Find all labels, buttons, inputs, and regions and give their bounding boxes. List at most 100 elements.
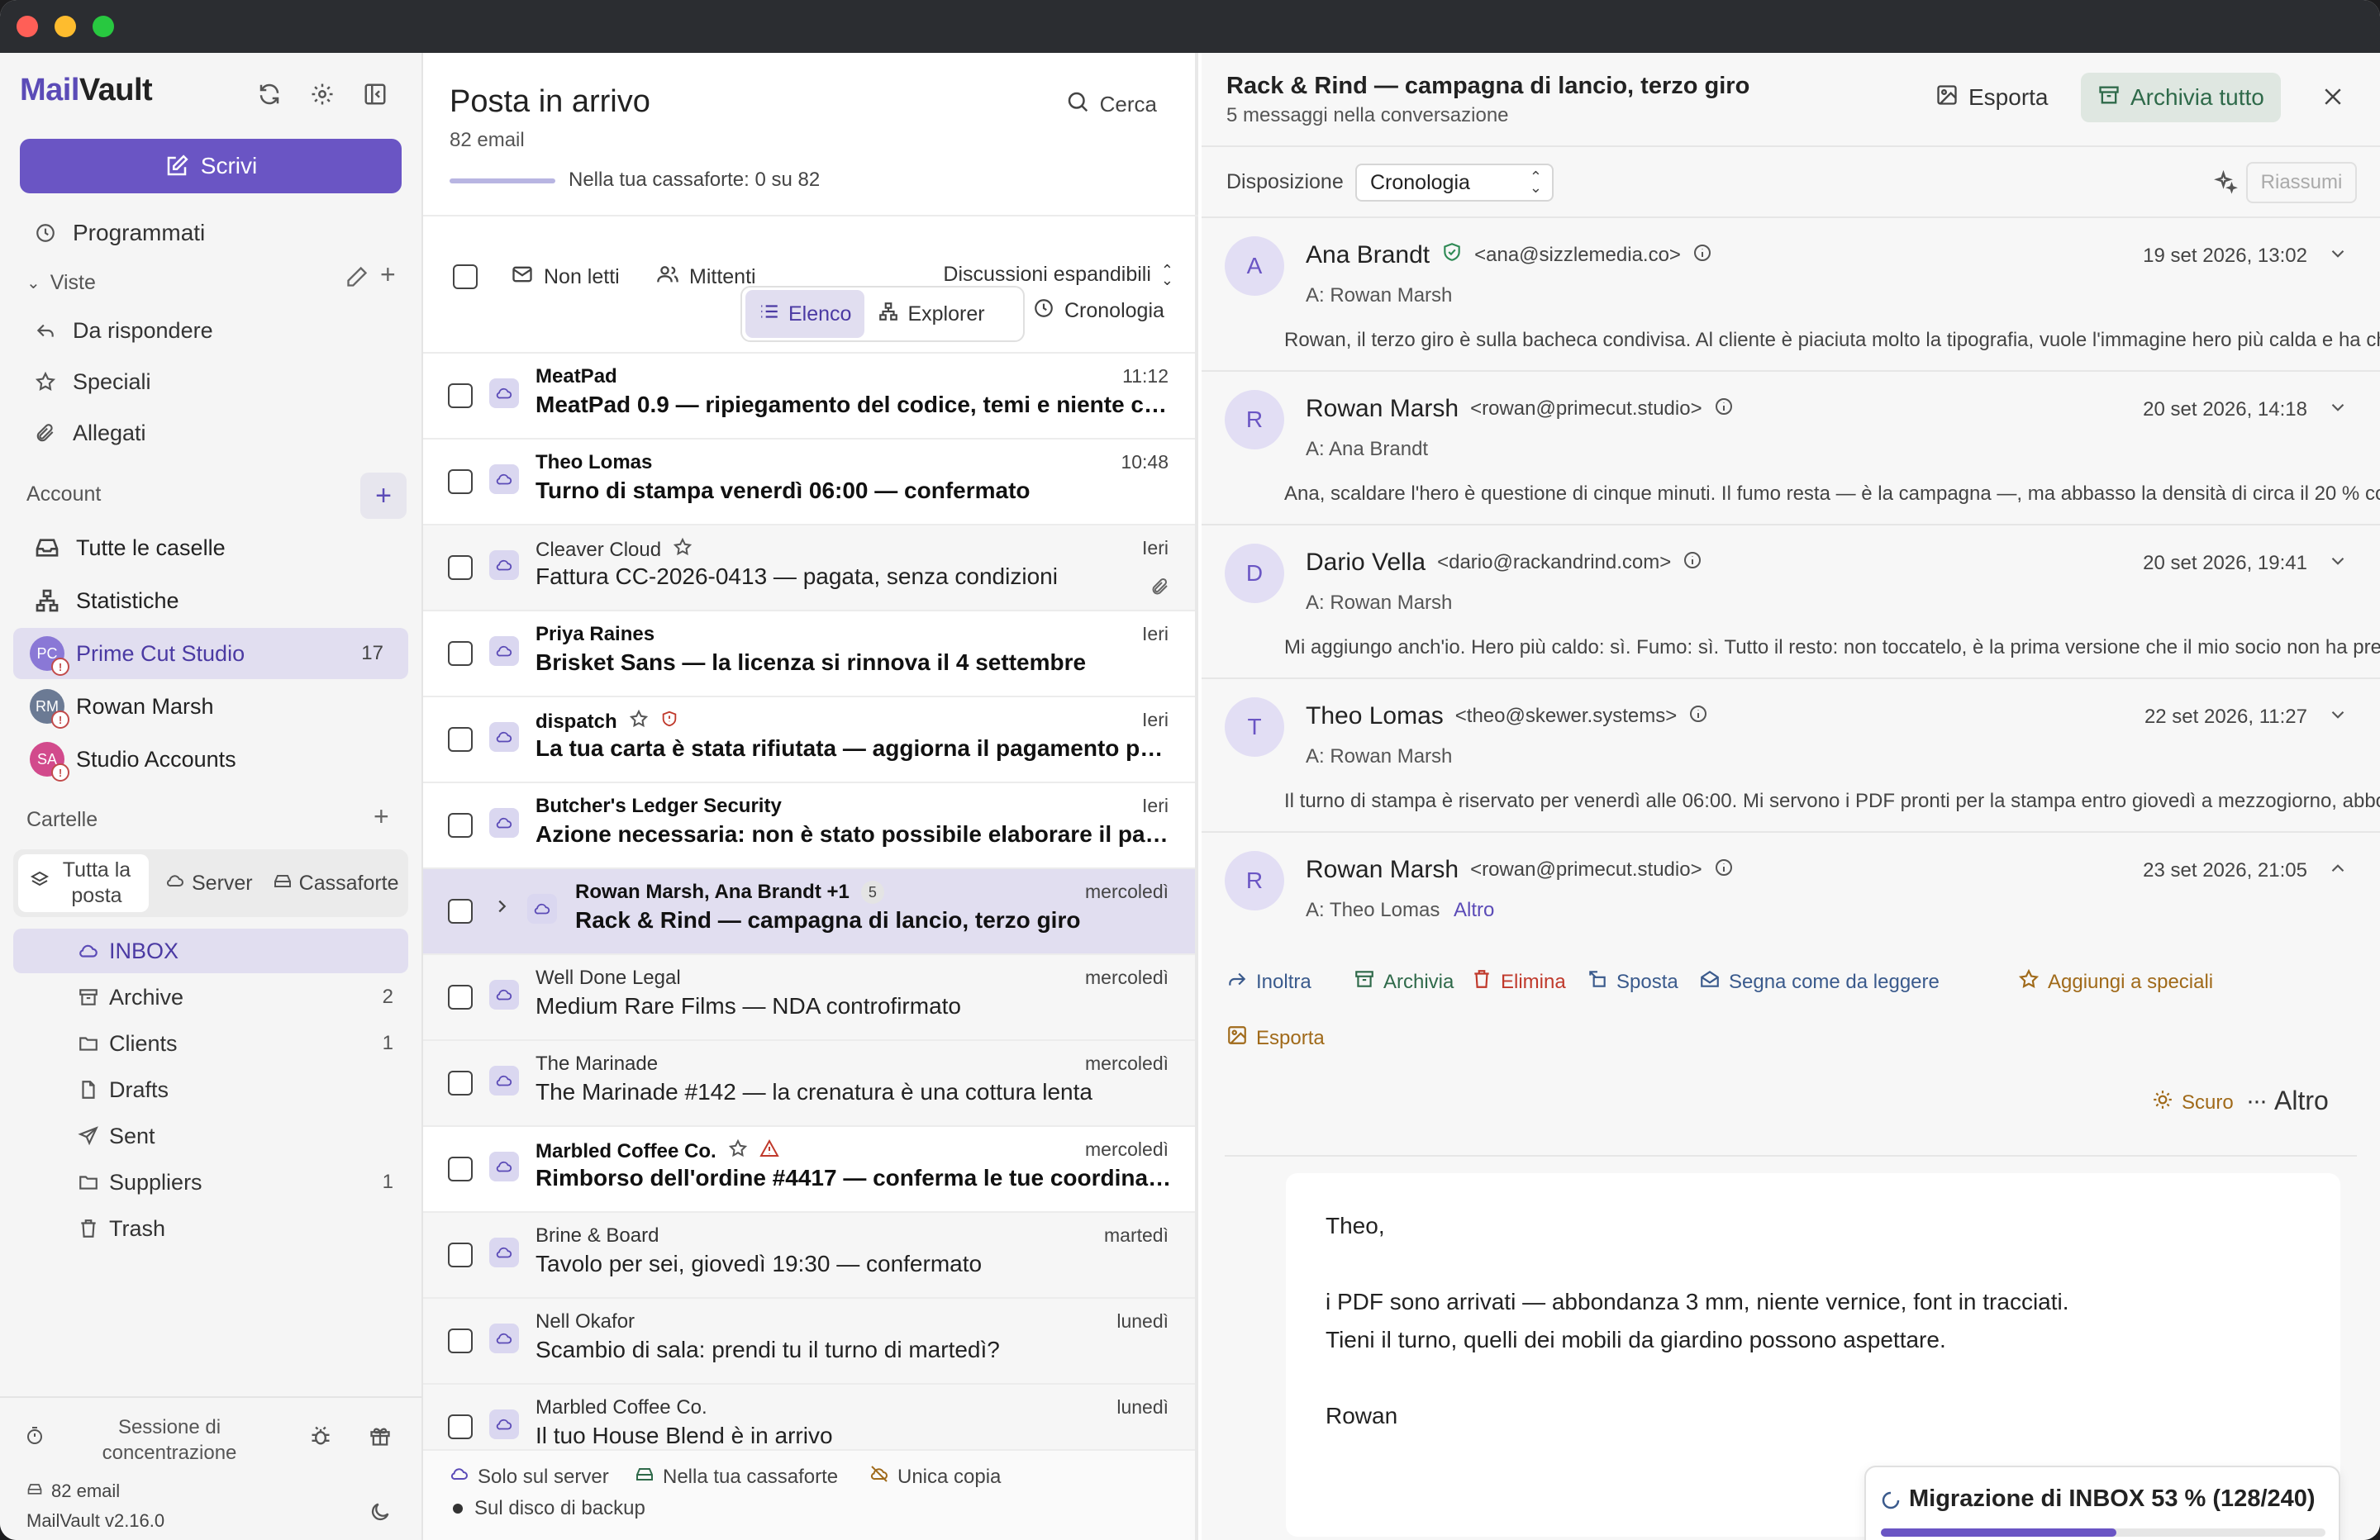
view-explorer-button[interactable]: Explorer bbox=[864, 290, 997, 338]
message-row[interactable]: Butcher's Ledger Security Azione necessa… bbox=[423, 782, 1195, 867]
message-row[interactable]: Well Done Legal Medium Rare Films — NDA … bbox=[423, 953, 1195, 1039]
message-item[interactable]: D Dario Vella <dario@rackandrind.com> A:… bbox=[1202, 525, 2380, 679]
sidebar-item-prime-cut-studio[interactable]: PC! Prime Cut Studio 17 bbox=[13, 628, 408, 679]
folder-suppliers[interactable]: Suppliers 1 bbox=[13, 1160, 408, 1205]
close-window-button[interactable] bbox=[17, 16, 38, 37]
dark-mode-button[interactable]: Scuro bbox=[2152, 1089, 2234, 1116]
sidebar-item-scheduled[interactable]: Programmati bbox=[20, 210, 408, 256]
export-button[interactable]: Esporta bbox=[1919, 73, 2065, 122]
info-icon[interactable] bbox=[1714, 395, 1734, 423]
row-checkbox[interactable] bbox=[448, 1157, 473, 1181]
select-all-checkbox[interactable] bbox=[453, 264, 478, 289]
row-checkbox[interactable] bbox=[448, 641, 473, 666]
close-icon[interactable] bbox=[2320, 84, 2345, 113]
star-icon[interactable] bbox=[629, 709, 649, 734]
row-checkbox[interactable] bbox=[448, 383, 473, 408]
row-checkbox[interactable] bbox=[448, 985, 473, 1010]
refresh-icon[interactable] bbox=[253, 78, 286, 111]
view-timeline-button[interactable]: Cronologia bbox=[1033, 297, 1164, 325]
folder-archive[interactable]: Archive 2 bbox=[13, 975, 408, 1020]
info-icon[interactable] bbox=[1688, 702, 1708, 730]
row-checkbox[interactable] bbox=[448, 899, 473, 924]
sidebar-item-rowan-marsh[interactable]: RM! Rowan Marsh bbox=[13, 681, 408, 732]
message-item[interactable]: A Ana Brandt <ana@sizzlemedia.co> A: Row… bbox=[1202, 218, 2380, 372]
chevron-down-icon[interactable] bbox=[2327, 550, 2349, 576]
message-item[interactable]: T Theo Lomas <theo@skewer.systems> A: Ro… bbox=[1202, 679, 2380, 833]
filter-senders[interactable]: Mittenti bbox=[656, 263, 756, 292]
info-icon[interactable] bbox=[1683, 549, 1702, 577]
gift-icon[interactable] bbox=[369, 1424, 392, 1452]
chevron-down-icon[interactable] bbox=[2327, 704, 2349, 730]
delete-button[interactable]: Elimina bbox=[1471, 968, 1566, 996]
sidebar-item-attachments[interactable]: Allegati bbox=[20, 410, 408, 456]
message-row[interactable]: Priya Raines Brisket Sans — la licenza s… bbox=[423, 610, 1195, 696]
segment-all-mail[interactable]: Tutta la posta bbox=[18, 854, 149, 912]
sidebar-item-statistics[interactable]: Statistiche bbox=[13, 575, 408, 626]
row-checkbox[interactable] bbox=[448, 1071, 473, 1096]
bug-icon[interactable] bbox=[309, 1424, 332, 1452]
star-icon[interactable] bbox=[728, 1138, 748, 1164]
sidebar-item-all-inboxes[interactable]: Tutte le caselle bbox=[13, 522, 408, 573]
add-view-icon[interactable]: + bbox=[380, 259, 396, 290]
chevron-up-icon[interactable] bbox=[2327, 858, 2349, 883]
info-icon[interactable] bbox=[1692, 241, 1712, 269]
folder-inbox[interactable]: INBOX bbox=[13, 929, 408, 973]
add-folder-icon[interactable]: + bbox=[374, 801, 389, 832]
views-section-toggle[interactable]: ⌄ Viste bbox=[26, 271, 96, 295]
filter-unread[interactable]: Non letti bbox=[511, 263, 620, 292]
move-button[interactable]: Sposta bbox=[1587, 968, 1678, 996]
row-checkbox[interactable] bbox=[448, 1243, 473, 1267]
info-icon[interactable] bbox=[1714, 856, 1734, 884]
archive-all-button[interactable]: Archivia tutto bbox=[2081, 73, 2281, 122]
more-button[interactable]: ··· Altro bbox=[2246, 1086, 2329, 1116]
folder-trash[interactable]: Trash bbox=[13, 1206, 408, 1251]
add-account-button[interactable]: + bbox=[360, 473, 407, 519]
message-row[interactable]: Cleaver Cloud Fattura CC-2026-0413 — pag… bbox=[423, 524, 1195, 610]
summarize-button[interactable]: Riassumi bbox=[2246, 162, 2357, 203]
layout-select[interactable]: Cronologia ⌃ ⌄ bbox=[1355, 164, 1554, 202]
row-checkbox[interactable] bbox=[448, 1414, 473, 1439]
collapse-sidebar-icon[interactable] bbox=[359, 78, 392, 111]
focus-session-button[interactable]: Sessione di concentrazione bbox=[99, 1414, 240, 1466]
row-checkbox[interactable] bbox=[448, 727, 473, 752]
chevron-right-icon[interactable] bbox=[493, 897, 511, 920]
message-row[interactable]: Brine & Board Tavolo per sei, giovedì 19… bbox=[423, 1211, 1195, 1297]
search-button[interactable]: Cerca bbox=[1065, 89, 1157, 120]
row-checkbox[interactable] bbox=[448, 555, 473, 580]
message-row[interactable]: The Marinade The Marinade #142 — la cren… bbox=[423, 1039, 1195, 1125]
message-item[interactable]: R Rowan Marsh <rowan@primecut.studio> A:… bbox=[1202, 372, 2380, 525]
mark-unread-button[interactable]: Segna come da leggere bbox=[1699, 968, 1940, 996]
compose-button[interactable]: Scrivi bbox=[20, 139, 402, 193]
message-row[interactable]: Nell Okafor Scambio di sala: prendi tu i… bbox=[423, 1297, 1195, 1383]
message-row-selected[interactable]: Rowan Marsh, Ana Brandt +1 5 Rack & Rind… bbox=[423, 867, 1195, 953]
message-item-expanded[interactable]: R Rowan Marsh <rowan@primecut.studio> A:… bbox=[1202, 833, 2380, 957]
folder-clients[interactable]: Clients 1 bbox=[13, 1021, 408, 1066]
segment-vault[interactable]: Cassaforte bbox=[263, 871, 409, 896]
more-recipients-link[interactable]: Altro bbox=[1454, 899, 1494, 921]
row-checkbox[interactable] bbox=[448, 469, 473, 494]
zoom-window-button[interactable] bbox=[93, 16, 114, 37]
chevron-down-icon[interactable] bbox=[2327, 397, 2349, 422]
folder-drafts[interactable]: Drafts bbox=[13, 1067, 408, 1112]
export-message-button[interactable]: Esporta bbox=[1226, 1024, 1325, 1052]
moon-icon[interactable] bbox=[369, 1500, 392, 1528]
view-list-button[interactable]: Elenco bbox=[745, 290, 865, 338]
archive-button[interactable]: Archivia bbox=[1354, 968, 1454, 996]
minimize-window-button[interactable] bbox=[55, 16, 76, 37]
message-row[interactable]: MeatPad MeatPad 0.9 — ripiegamento del c… bbox=[423, 352, 1195, 438]
forward-button[interactable]: Inoltra bbox=[1226, 968, 1311, 996]
add-star-button[interactable]: Aggiungi a speciali bbox=[2018, 968, 2213, 996]
folder-sent[interactable]: Sent bbox=[13, 1114, 408, 1158]
segment-server[interactable]: Server bbox=[155, 871, 263, 896]
sidebar-item-starred[interactable]: Speciali bbox=[20, 359, 408, 405]
message-row[interactable]: dispatch La tua carta è stata rifiutata … bbox=[423, 696, 1195, 782]
gear-icon[interactable] bbox=[306, 78, 339, 111]
sidebar-item-studio-accounts[interactable]: SA! Studio Accounts bbox=[13, 734, 408, 785]
chevron-down-icon[interactable] bbox=[2327, 243, 2349, 269]
edit-views-icon[interactable] bbox=[345, 264, 369, 295]
row-checkbox[interactable] bbox=[448, 1328, 473, 1353]
star-icon[interactable] bbox=[673, 537, 693, 563]
sidebar-item-to-reply[interactable]: Da rispondere bbox=[20, 307, 408, 354]
message-row[interactable]: Theo Lomas Turno di stampa venerdì 06:00… bbox=[423, 438, 1195, 524]
expandable-threads-select[interactable]: Discussioni espandibili ⌃ ⌄ bbox=[943, 263, 1173, 288]
